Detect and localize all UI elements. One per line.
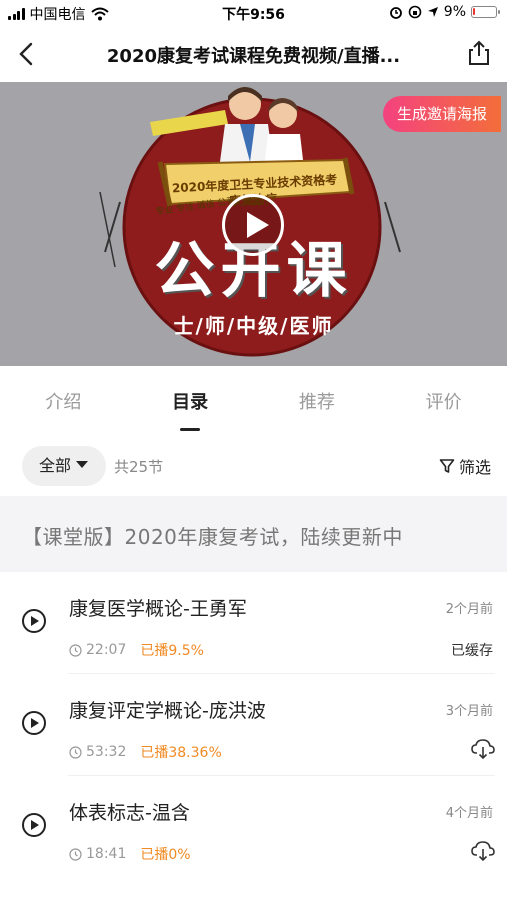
- lesson-date: 4个月前: [445, 806, 493, 821]
- lesson-duration: 53:32: [86, 744, 127, 760]
- filter-row: 全部 共25节 筛选: [0, 438, 507, 496]
- tab-recommend[interactable]: 推荐: [254, 366, 381, 438]
- funnel-icon: [439, 459, 455, 473]
- battery-percent: 9%: [443, 4, 466, 20]
- filter-label: 筛选: [458, 458, 491, 477]
- chevron-left-icon[interactable]: [14, 40, 40, 68]
- tab-label: 评价: [425, 392, 462, 413]
- nav-bar: 2020康复考试课程免费视频/直播...: [0, 26, 507, 82]
- tab-label: 推荐: [298, 392, 335, 413]
- lesson-meta: 22:07 已播9.5%: [69, 640, 204, 660]
- status-right: 9%: [389, 4, 500, 20]
- filter-button[interactable]: 筛选: [439, 454, 491, 478]
- lesson-date: 2个月前: [445, 602, 493, 617]
- list-item[interactable]: 体表标志-温含 4个月前 18:41 已播0%: [0, 776, 507, 878]
- play-circle-icon: [22, 711, 46, 735]
- caret-down-icon: [76, 461, 89, 468]
- all-dropdown-label: 全部: [39, 456, 72, 475]
- tab-intro[interactable]: 介绍: [0, 366, 127, 438]
- battery-icon: [471, 6, 500, 18]
- play-circle-icon: [22, 813, 46, 837]
- clock-icon: [69, 643, 82, 657]
- cloud-download-icon[interactable]: [471, 840, 495, 862]
- lesson-title: 康复医学概论-王勇军: [69, 598, 247, 620]
- lesson-duration: 22:07: [86, 642, 127, 658]
- cached-status: 已缓存: [451, 643, 493, 659]
- alarm-icon: [389, 7, 402, 19]
- lesson-title: 体表标志-温含: [69, 802, 190, 824]
- tab-reviews[interactable]: 评价: [380, 366, 507, 438]
- tab-label: 介绍: [45, 392, 82, 413]
- clock-icon: [69, 847, 82, 861]
- lesson-duration: 18:41: [86, 846, 127, 862]
- all-dropdown[interactable]: 全部: [22, 446, 106, 486]
- page-title: 2020康复考试课程免费视频/直播...: [106, 46, 401, 67]
- play-icon[interactable]: [222, 194, 284, 256]
- list-item[interactable]: 康复医学概论-王勇军 2个月前 22:07 已播9.5% 已缓存: [0, 572, 507, 674]
- lesson-title: 康复评定学概论-庞洪波: [69, 700, 266, 722]
- section-header: 【课堂版】2020年康复考试，陆续更新中: [0, 496, 507, 572]
- lesson-count: 共25节: [114, 458, 164, 476]
- section-title: 【课堂版】2020年康复考试，陆续更新中: [22, 525, 403, 549]
- lesson-meta: 53:32 已播38.36%: [69, 742, 222, 762]
- generate-poster-button[interactable]: 生成邀请海报: [382, 96, 501, 132]
- clock-icon: [69, 745, 82, 759]
- tab-catalog[interactable]: 目录: [127, 366, 254, 438]
- share-icon[interactable]: [465, 39, 493, 67]
- battery-level: [473, 8, 475, 15]
- play-circle-icon: [22, 609, 46, 633]
- cloud-download-icon[interactable]: [471, 738, 495, 760]
- video-player[interactable]: 专业 专注 诚信 公开 2020年度卫生专业技术资格考试 康复治疗 公开课 士/…: [0, 82, 507, 366]
- location-icon: [427, 7, 438, 17]
- rotation-lock-icon: [408, 5, 422, 19]
- status-bar: 中国电信 下午9:56 9%: [0, 0, 507, 26]
- tab-active-indicator: [180, 428, 201, 431]
- lesson-progress: 已播38.36%: [140, 745, 222, 761]
- tab-bar: 介绍 目录 推荐 评价: [0, 366, 507, 438]
- lesson-progress: 已播0%: [140, 847, 191, 863]
- cover-sub-text: 士/师/中级/医师: [173, 314, 334, 338]
- lesson-meta: 18:41 已播0%: [69, 844, 191, 864]
- lesson-date: 3个月前: [445, 704, 493, 719]
- list-item[interactable]: 康复评定学概论-庞洪波 3个月前 53:32 已播38.36%: [0, 674, 507, 776]
- lesson-progress: 已播9.5%: [140, 643, 204, 659]
- tab-label: 目录: [172, 392, 209, 413]
